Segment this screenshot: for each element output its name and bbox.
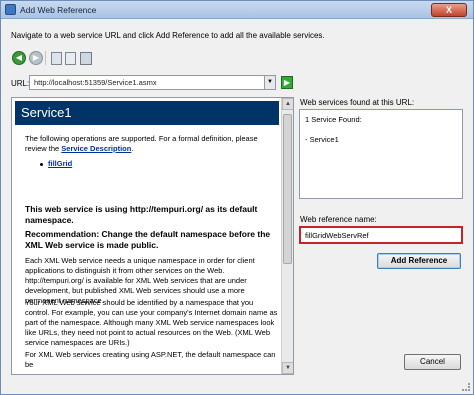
back-arrow-icon[interactable]: ◀ [12,51,26,65]
go-arrow-icon[interactable]: ▶ [281,76,293,89]
add-web-reference-dialog: Add Web Reference X Navigate to a web se… [0,0,474,395]
dialog-title: Add Web Reference [20,5,97,15]
namespace-heading: This web service is using http://tempuri… [25,204,258,225]
title-bar[interactable]: Add Web Reference X [1,1,473,19]
home-icon[interactable] [78,51,92,65]
dialog-app-icon [5,4,16,15]
add-reference-button[interactable]: Add Reference [377,253,461,269]
forward-arrow-icon[interactable]: ▶ [29,51,43,65]
resize-grip-icon[interactable] [462,383,470,391]
service-title: Service1 [15,101,279,125]
service-description-link[interactable]: Service Description [61,144,131,153]
intro-text: The following operations are supported. … [25,134,278,154]
instructions-text: Navigate to a web service URL and click … [11,31,325,40]
scroll-up-icon[interactable]: ▲ [282,98,293,110]
intro-end: . [131,144,134,153]
cancel-button[interactable]: Cancel [404,354,461,370]
bullet-icon [40,163,43,166]
intro-sentence: The following operations are supported. … [25,134,258,153]
refresh-icon[interactable] [63,51,77,65]
url-label: URL: [11,79,30,88]
service-browser-pane[interactable]: Service1 The following operations are su… [11,97,294,375]
toolbar-separator [45,51,46,65]
web-reference-name-input[interactable]: fillGridWebServRef [299,226,463,244]
stop-icon[interactable] [49,51,63,65]
operation-link-fillgrid[interactable]: fillGrid [48,159,72,169]
close-button[interactable]: X [431,3,467,17]
namespace-paragraph-2: Your XML Web service should be identifie… [25,298,278,347]
url-dropdown-chevron-icon[interactable]: ▼ [264,75,276,90]
namespace-paragraph-3: For XML Web services creating using ASP.… [25,350,276,369]
url-input[interactable]: http://localhost:51359/Service1.asmx [29,75,265,90]
service-list-item[interactable]: - Service1 [305,135,457,145]
recommendation-text: Recommendation: Change the default names… [25,229,271,250]
scrollbar-thumb[interactable] [283,114,292,264]
services-found-label: Web services found at this URL: [300,98,415,107]
services-count-text: 1 Service Found: [305,115,362,124]
services-found-list[interactable]: 1 Service Found: - Service1 [299,109,463,199]
browser-scrollbar[interactable]: ▲ ▼ [281,98,293,374]
web-reference-name-label: Web reference name: [300,215,377,224]
scroll-down-icon[interactable]: ▼ [282,362,293,374]
